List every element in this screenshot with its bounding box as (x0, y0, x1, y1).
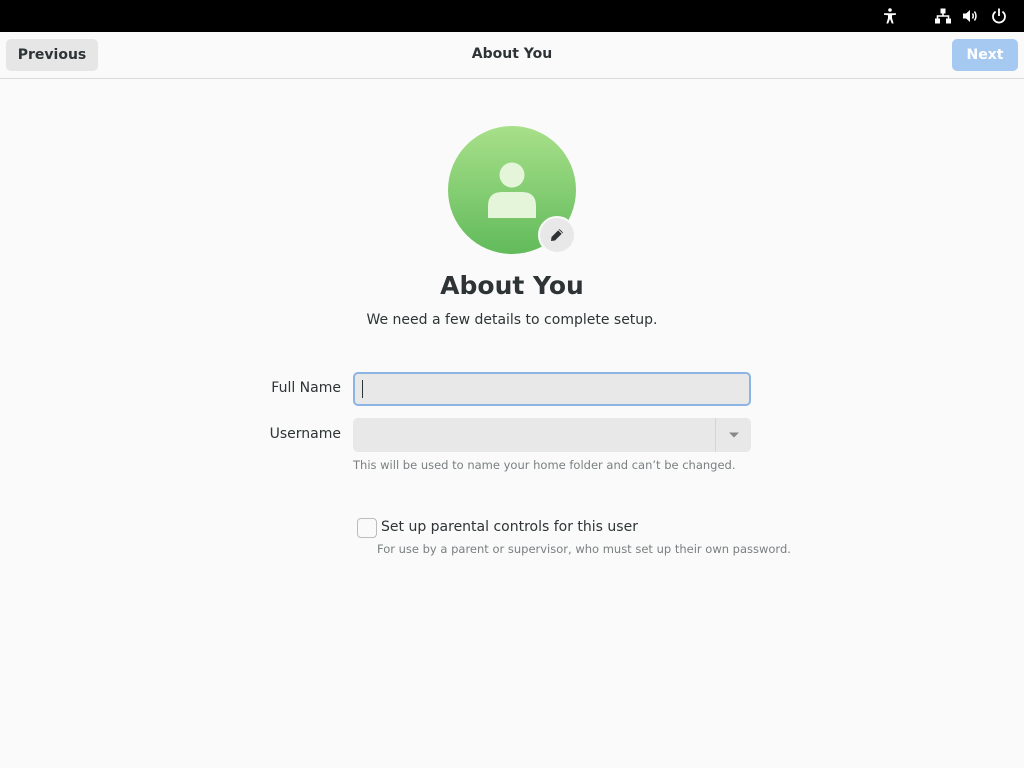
username-label: Username (269, 426, 341, 442)
username-hint: This will be used to name your home fold… (353, 458, 736, 472)
page-title: About You (440, 271, 584, 300)
pencil-icon (551, 229, 563, 241)
parental-controls-hint: For use by a parent or supervisor, who m… (377, 542, 791, 556)
accessibility-icon[interactable] (881, 7, 899, 25)
full-name-input[interactable] (353, 372, 751, 406)
parental-controls-label[interactable]: Set up parental controls for this user (381, 519, 638, 535)
edit-avatar-button[interactable] (538, 216, 576, 254)
power-icon[interactable] (990, 7, 1008, 25)
username-input[interactable] (353, 418, 715, 452)
chevron-down-icon (728, 432, 739, 438)
volume-icon[interactable] (961, 7, 979, 25)
top-bar (0, 0, 1024, 32)
next-button[interactable]: Next (952, 39, 1018, 71)
text-cursor (362, 380, 363, 398)
header-bar: Previous About You Next (0, 32, 1024, 79)
username-dropdown-button[interactable] (716, 418, 751, 452)
parental-controls-checkbox[interactable] (357, 518, 377, 538)
network-icon[interactable] (934, 7, 952, 25)
header-title: About You (471, 46, 553, 62)
username-combobox[interactable] (353, 418, 751, 452)
full-name-label: Full Name (271, 380, 341, 396)
page-subtitle: We need a few details to complete setup. (366, 312, 658, 328)
